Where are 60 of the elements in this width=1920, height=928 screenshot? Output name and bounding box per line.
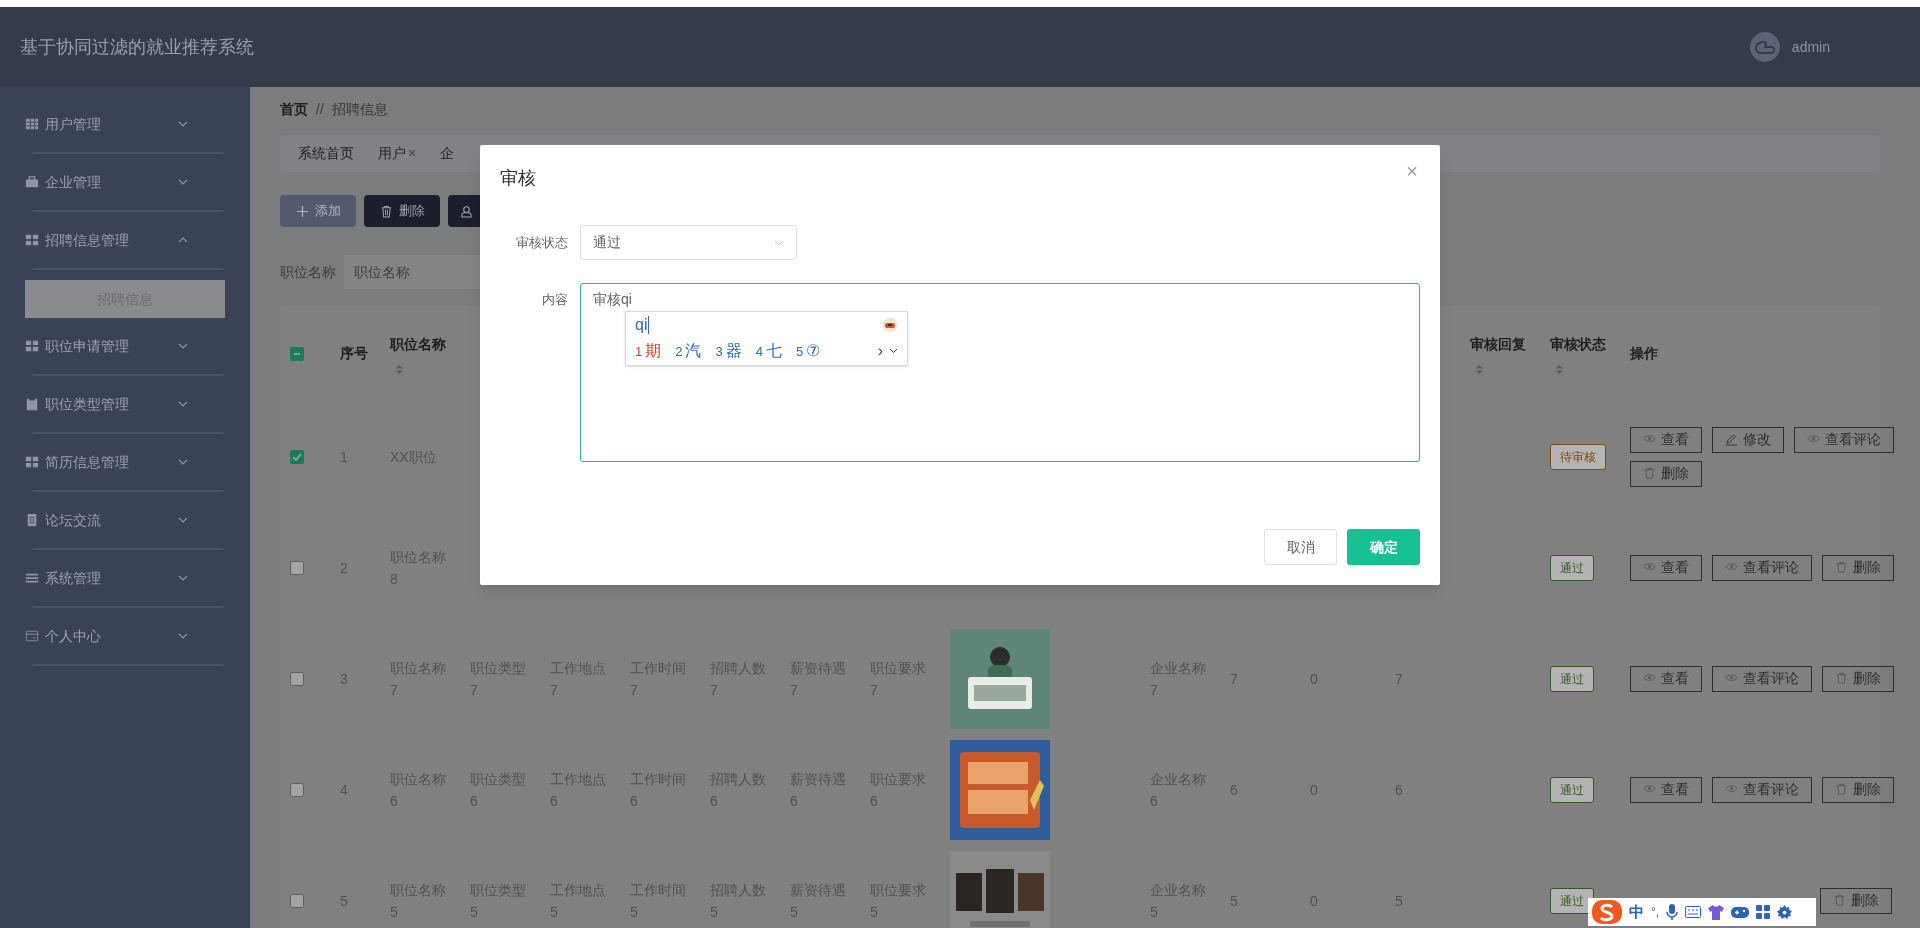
field-label: 内容 [542,292,568,307]
column-header: 职位名称 [390,334,446,354]
punctuation-mode[interactable]: °, [1651,903,1660,921]
user-name[interactable]: admin [1791,36,1830,58]
dialog-title: 审核 [500,168,536,188]
input-mode[interactable]: 中 [1629,900,1644,924]
delete-button[interactable]: 删除 [1822,554,1894,581]
sidebar-item[interactable]: 招聘信息管理 [0,212,250,268]
column-header: 审核回复 [1470,334,1526,354]
cancel-button[interactable]: 取消 [1264,529,1337,565]
delete-button[interactable]: 删除 [1820,887,1892,914]
view-button[interactable]: 查看 [1630,665,1702,692]
status-tag: 待审核 [1550,443,1606,470]
sidebar-item[interactable]: 企业管理 [0,154,250,210]
delete-button[interactable]: 删除 [1822,665,1894,692]
breadcrumb-item[interactable]: 首页 [280,98,308,120]
breadcrumb-separator: // [316,99,324,119]
view-button[interactable]: 查看评论 [1794,426,1894,453]
ime-candidate[interactable]: 3 器 [715,339,742,363]
app-title: 基于协同过滤的就业推荐系统 [20,35,254,59]
status-tag: 通过 [1550,554,1594,581]
status-tag: 通过 [1550,665,1594,692]
sidebar-item[interactable]: 职位类型管理 [0,376,250,432]
view-button[interactable]: 查看 [1630,426,1702,453]
column-header: 操作 [1630,344,1658,363]
ime-candidate[interactable]: 5 ⑦ [795,339,821,363]
delete-button[interactable]: 删除 [1630,460,1702,487]
delete-button[interactable]: 删除 [364,195,440,227]
field-label: 审核状态 [516,235,568,250]
search-label: 职位名称 [280,262,336,282]
status-tag: 通过 [1550,887,1594,914]
column-header: 序号 [340,344,368,363]
delete-button[interactable]: 删除 [1822,776,1894,803]
breadcrumb-item[interactable]: 招聘信息 [331,98,388,120]
close-icon[interactable]: × [408,143,417,164]
ime-candidate[interactable]: 4 七 [755,339,782,363]
confirm-button[interactable]: 确定 [1347,529,1420,565]
view-button[interactable]: 查看评论 [1712,665,1812,692]
view-button[interactable]: 查看 [1630,554,1702,581]
status-select[interactable]: 通过 [580,225,797,260]
sidebar-item[interactable]: 职位申请管理 [0,318,250,374]
view-button[interactable]: 查看评论 [1712,554,1812,581]
sidebar-item[interactable]: 论坛交流 [0,492,250,548]
tab[interactable]: 系统首页 [298,143,354,164]
status-tag: 通过 [1550,776,1594,803]
ime-candidate[interactable]: 2 汽 [675,339,702,363]
view-button[interactable]: 查看评论 [1712,776,1812,803]
tab[interactable]: 企 [440,143,455,164]
add-button[interactable]: 添加 [280,195,356,227]
close-button[interactable]: × [1406,161,1418,181]
sidebar-item[interactable]: 个人中心 [0,608,250,664]
sidebar-item[interactable]: 用户管理 [0,96,250,152]
sidebar-item[interactable]: 简历信息管理 [0,434,250,490]
edit-button[interactable]: 修改 [1712,426,1784,453]
sidebar-item[interactable]: 系统管理 [0,550,250,606]
tab[interactable]: 用户× [378,143,417,164]
view-button[interactable]: 查看 [1630,776,1702,803]
next-page-button[interactable]: › [877,339,883,363]
column-header: 审核状态 [1550,334,1606,354]
ime-candidate[interactable]: 1 期 [635,339,662,363]
